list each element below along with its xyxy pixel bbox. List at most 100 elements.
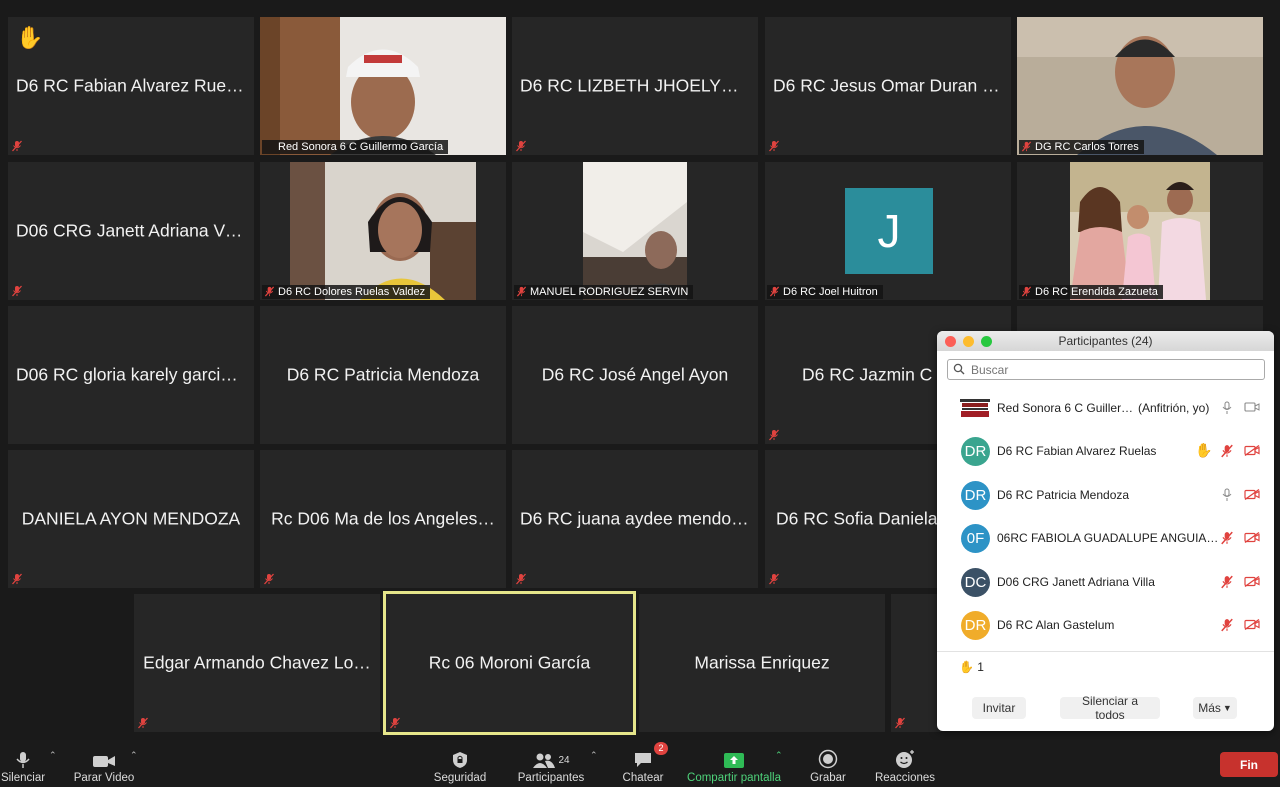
chat-button[interactable]: 2 Chatear: [618, 740, 668, 787]
video-tile[interactable]: MANUEL RODRIGUEZ SERVIN: [512, 162, 758, 300]
security-label: Seguridad: [433, 772, 487, 784]
more-button[interactable]: Más ▼: [1193, 697, 1237, 719]
participant-avatar: DR: [961, 437, 990, 466]
video-tile[interactable]: DG RC Carlos Torres: [1017, 17, 1263, 155]
participant-name: D6 RC Patricia Mendoza: [997, 488, 1130, 502]
video-tile[interactable]: [891, 594, 941, 732]
muted-mic-icon[interactable]: [1220, 575, 1234, 589]
participant-row-host[interactable]: Red Sonora 6 C Guiller… (Anfitrión, yo): [937, 387, 1274, 429]
participant-row[interactable]: DR D6 RC Fabian Alvarez Ruelas ✋: [937, 430, 1274, 472]
video-tile[interactable]: J D6 RC Joel Huitron: [765, 162, 1011, 300]
participant-name: D06 RC gloria karely garcia…: [16, 364, 248, 385]
video-tile[interactable]: D6 RC LIZBETH JHOELYN…: [512, 17, 758, 155]
participant-video: [1017, 17, 1263, 155]
video-camera-icon[interactable]: [1244, 401, 1260, 413]
video-off-icon[interactable]: [1244, 444, 1260, 457]
video-off-icon[interactable]: [1244, 618, 1260, 631]
muted-mic-icon: [516, 286, 527, 297]
invite-button[interactable]: Invitar: [972, 697, 1026, 719]
close-window-button[interactable]: [945, 336, 956, 347]
video-off-icon[interactable]: [1244, 531, 1260, 544]
participant-avatar: DR: [961, 611, 990, 640]
search-box[interactable]: [947, 359, 1265, 380]
search-icon: [953, 363, 965, 375]
video-tile[interactable]: D6 RC Jesus Omar Duran S…: [765, 17, 1011, 155]
participant-name: 06RC FABIOLA GUADALUPE ANGUIA…: [997, 531, 1219, 545]
video-tile[interactable]: D6 RC José Angel Ayon: [512, 306, 758, 444]
participant-avatar: DC: [961, 568, 990, 597]
maximize-window-button[interactable]: [981, 336, 992, 347]
participant-name: D6 RC Fabian Alvarez Ruelas: [16, 75, 249, 96]
minimize-window-button[interactable]: [963, 336, 974, 347]
muted-mic-icon[interactable]: [1220, 444, 1234, 458]
chevron-up-icon[interactable]: ⌃: [49, 750, 57, 761]
raised-hands-summary: ✋ 1: [959, 660, 984, 674]
muted-mic-icon: [515, 573, 527, 585]
video-tile[interactable]: D06 RC gloria karely garcia…: [8, 306, 254, 444]
chevron-up-icon[interactable]: ⌃: [775, 750, 783, 761]
video-tile[interactable]: Marissa Enriquez: [639, 594, 885, 732]
participant-row[interactable]: 0F 06RC FABIOLA GUADALUPE ANGUIA…: [937, 517, 1274, 559]
chat-bubble-icon: [635, 753, 651, 767]
participant-row[interactable]: DC D06 CRG Janett Adriana Villa: [937, 561, 1274, 603]
mic-icon[interactable]: [1222, 401, 1232, 415]
security-button[interactable]: Seguridad: [428, 740, 492, 787]
video-tile[interactable]: D06 CRG Janett Adriana Vi…: [8, 162, 254, 300]
record-label: Grabar: [810, 772, 846, 784]
muted-mic-icon: [137, 717, 149, 729]
smiley-icon: [896, 750, 914, 768]
muted-mic-icon: [768, 429, 780, 441]
mute-button[interactable]: Silenciar: [0, 740, 46, 787]
muted-mic-icon[interactable]: [1220, 618, 1234, 632]
participant-avatar: 0F: [961, 524, 990, 553]
video-off-icon[interactable]: [1244, 488, 1260, 501]
participant-photo: [1070, 162, 1210, 300]
people-icon: [533, 753, 556, 768]
chevron-up-icon[interactable]: ⌃: [590, 750, 598, 761]
participant-row[interactable]: DR D6 RC Alan Gastelum: [937, 604, 1274, 646]
video-tile[interactable]: D6 RC juana aydee mendoz…: [512, 450, 758, 588]
microphone-icon: [16, 752, 30, 768]
participant-video: [260, 17, 506, 155]
participant-name: Rc D06 Ma de los Angeles…: [271, 508, 495, 529]
muted-mic-icon: [1021, 286, 1032, 297]
muted-mic-icon[interactable]: [1220, 531, 1234, 545]
raised-hand-icon: ✋: [1195, 442, 1213, 458]
video-tile[interactable]: Rc D06 Ma de los Angeles…: [260, 450, 506, 588]
share-screen-label: Compartir pantalla: [687, 772, 781, 784]
video-off-icon[interactable]: [1244, 575, 1260, 588]
reactions-button[interactable]: Reacciones: [870, 740, 940, 787]
participant-row[interactable]: DR D6 RC Patricia Mendoza: [937, 474, 1274, 516]
participant-name-label: Red Sonora 6 C Guillermo García: [262, 140, 449, 154]
video-tile[interactable]: Edgar Armando Chavez Lo…: [134, 594, 380, 732]
video-tile[interactable]: D6 RC Erendida Zazueta: [1017, 162, 1263, 300]
video-tile[interactable]: Red Sonora 6 C Guillermo García: [260, 17, 506, 155]
mute-all-button[interactable]: Silenciar a todos: [1060, 694, 1160, 722]
video-camera-icon: [93, 756, 115, 767]
share-screen-button[interactable]: Compartir pantalla: [684, 740, 784, 787]
active-speaker-tile[interactable]: Rc 06 Moroni García: [383, 591, 636, 735]
muted-mic-icon: [11, 285, 23, 297]
chat-badge: 2: [654, 742, 668, 755]
chevron-up-icon[interactable]: ⌃: [130, 750, 138, 761]
chat-label: Chatear: [622, 772, 664, 784]
stop-video-button[interactable]: Parar Video: [70, 740, 138, 787]
panel-title: Participantes (24): [1058, 334, 1153, 348]
raised-hand-count: 1: [977, 660, 984, 674]
raised-hand-icon: ✋: [959, 660, 974, 674]
participant-avatar: DR: [961, 481, 990, 510]
search-input[interactable]: [969, 361, 1253, 379]
participants-button[interactable]: 24 Participantes: [512, 740, 590, 787]
video-tile[interactable]: DANIELA AYON MENDOZA: [8, 450, 254, 588]
divider: [937, 651, 1274, 652]
participant-name: D6 RC juana aydee mendoz…: [520, 508, 758, 529]
video-tile[interactable]: D6 RC Dolores Ruelas Valdez: [260, 162, 506, 300]
end-meeting-button[interactable]: Fin: [1220, 752, 1278, 777]
stop-video-label: Parar Video: [73, 772, 135, 784]
video-tile[interactable]: D6 RC Patricia Mendoza: [260, 306, 506, 444]
mic-icon[interactable]: [1222, 488, 1232, 502]
more-label: Más: [1198, 701, 1221, 715]
participant-name: D6 RC Jesus Omar Duran S…: [773, 75, 1011, 96]
record-button[interactable]: Grabar: [804, 740, 852, 787]
video-tile[interactable]: ✋ D6 RC Fabian Alvarez Ruelas: [8, 17, 254, 155]
